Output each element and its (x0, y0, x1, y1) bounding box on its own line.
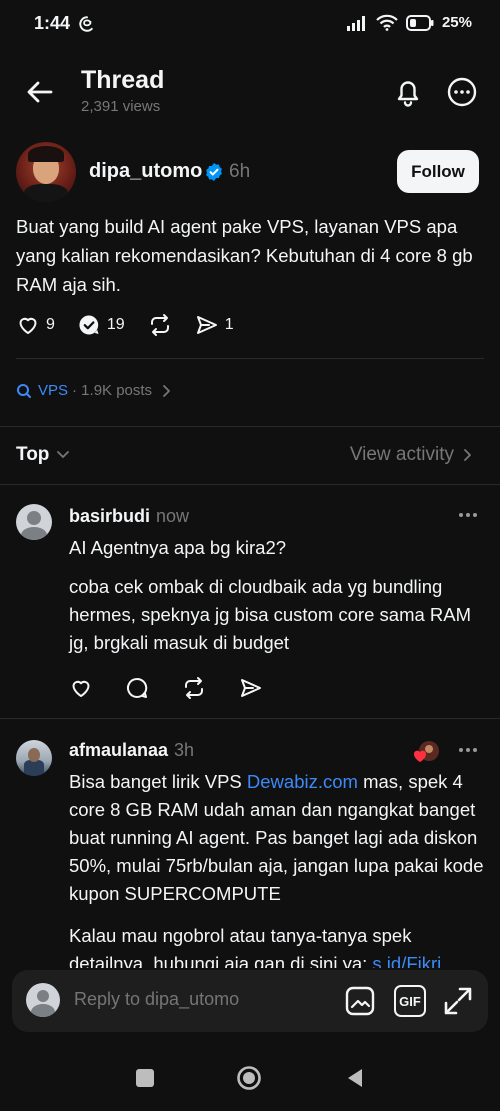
repost-button[interactable] (147, 313, 173, 337)
reply-more-icon[interactable] (456, 744, 480, 756)
repost-icon (150, 314, 169, 336)
more-options-icon[interactable] (444, 74, 480, 110)
reply-actions (69, 676, 285, 700)
battery-percent: 25% (441, 14, 472, 31)
image-attach-icon[interactable] (344, 985, 376, 1017)
replies-sort-row: Top View activity (0, 428, 500, 484)
nav-back-icon[interactable] (342, 1065, 368, 1091)
reply-body: AI Agentnya apa bg kira2? (69, 537, 287, 558)
heart-icon (72, 680, 90, 697)
repost-button[interactable] (181, 676, 207, 700)
send-icon (196, 316, 217, 334)
post-author-username[interactable]: dipa_utomo (89, 160, 202, 183)
post-timestamp: 6h (229, 161, 251, 182)
battery-icon (405, 14, 434, 31)
chevron-right-icon (464, 449, 471, 461)
reply-text-part: Bisa banget lirik VPS (69, 771, 247, 792)
reply-timestamp: now (156, 506, 190, 526)
sort-dropdown[interactable]: Top (16, 444, 71, 466)
reply-text-part: Kalau mau ngobrol atau tanya-tanya spek … (69, 925, 412, 968)
current-user-avatar (26, 983, 60, 1017)
reply-author-username[interactable]: basirbudi now (69, 506, 189, 527)
reply-author-avatar[interactable] (16, 504, 52, 540)
recent-apps-icon[interactable] (132, 1065, 158, 1091)
back-arrow-icon[interactable] (22, 74, 58, 110)
divider (0, 426, 500, 427)
send-icon (241, 679, 261, 697)
share-button[interactable] (239, 676, 263, 700)
search-icon (17, 383, 31, 398)
view-count: 2,391 views (81, 98, 161, 115)
expand-icon[interactable] (442, 985, 474, 1017)
share-button[interactable]: 1 (195, 313, 234, 337)
gif-button[interactable]: GIF (394, 985, 426, 1017)
status-time: 1:44 (34, 13, 71, 33)
reply-body: Bisa banget lirik VPS Dewabiz.com mas, s… (69, 768, 485, 908)
reply-bubble-check-icon (79, 315, 99, 335)
thread-header: Thread 2,391 views (0, 56, 500, 126)
home-icon[interactable] (236, 1065, 262, 1091)
reply-link[interactable]: Dewabiz.com (247, 771, 358, 792)
sort-label: Top (16, 444, 50, 465)
follow-button[interactable]: Follow (397, 150, 479, 193)
reply-username-text: basirbudi (69, 506, 151, 526)
threads-notification-icon (79, 16, 93, 32)
topic-post-count: · 1.9K posts (72, 382, 153, 399)
view-activity-link[interactable]: View activity (350, 444, 474, 466)
like-button[interactable] (69, 676, 93, 700)
reply-button[interactable] (125, 676, 149, 700)
reply-link[interactable]: s.id/Fikri... (372, 953, 456, 968)
post-body: Buat yang build AI agent pake VPS, layan… (16, 216, 473, 295)
divider (16, 358, 484, 359)
verified-badge-icon (206, 163, 222, 181)
comment-icon (127, 677, 148, 698)
reply-username-text: afmaulanaa (69, 740, 169, 760)
view-activity-label: View activity (349, 444, 454, 465)
notification-bell-icon[interactable] (390, 74, 426, 110)
reply-count: 19 (106, 316, 125, 333)
page-title: Thread (81, 66, 165, 94)
chevron-right-icon (163, 384, 170, 397)
reply-author-username[interactable]: afmaulanaa 3h (69, 740, 194, 761)
reply-composer: GIF (12, 970, 488, 1032)
status-bar: 1:44 25% (0, 0, 500, 50)
reply-author-avatar[interactable] (16, 740, 52, 776)
reply-body: coba cek ombak di cloudbaik ada yg bundl… (69, 576, 472, 653)
topic-tag[interactable]: VPS · 1.9K posts (16, 382, 172, 399)
topic-name: VPS (38, 382, 69, 399)
divider (0, 718, 500, 719)
post-author-avatar[interactable] (16, 142, 76, 202)
repost-icon (185, 677, 203, 699)
system-nav-bar (0, 1045, 500, 1111)
reply-body: Kalau mau ngobrol atau tanya-tanya spek … (69, 922, 485, 968)
post-actions: 9 19 1 (16, 313, 256, 337)
wifi-icon (376, 14, 398, 31)
heart-icon (19, 317, 37, 334)
reply-more-icon[interactable] (456, 509, 480, 521)
chevron-down-icon (57, 451, 70, 458)
like-count: 9 (46, 316, 55, 333)
reply-timestamp: 3h (174, 740, 195, 760)
like-button[interactable]: 9 (16, 313, 55, 337)
reply-button[interactable]: 19 (77, 313, 125, 337)
divider (0, 484, 500, 485)
reply-input[interactable] (74, 989, 324, 1010)
signal-icon (346, 15, 365, 31)
author-liked-icon (413, 741, 439, 762)
share-count: 1 (224, 316, 234, 333)
